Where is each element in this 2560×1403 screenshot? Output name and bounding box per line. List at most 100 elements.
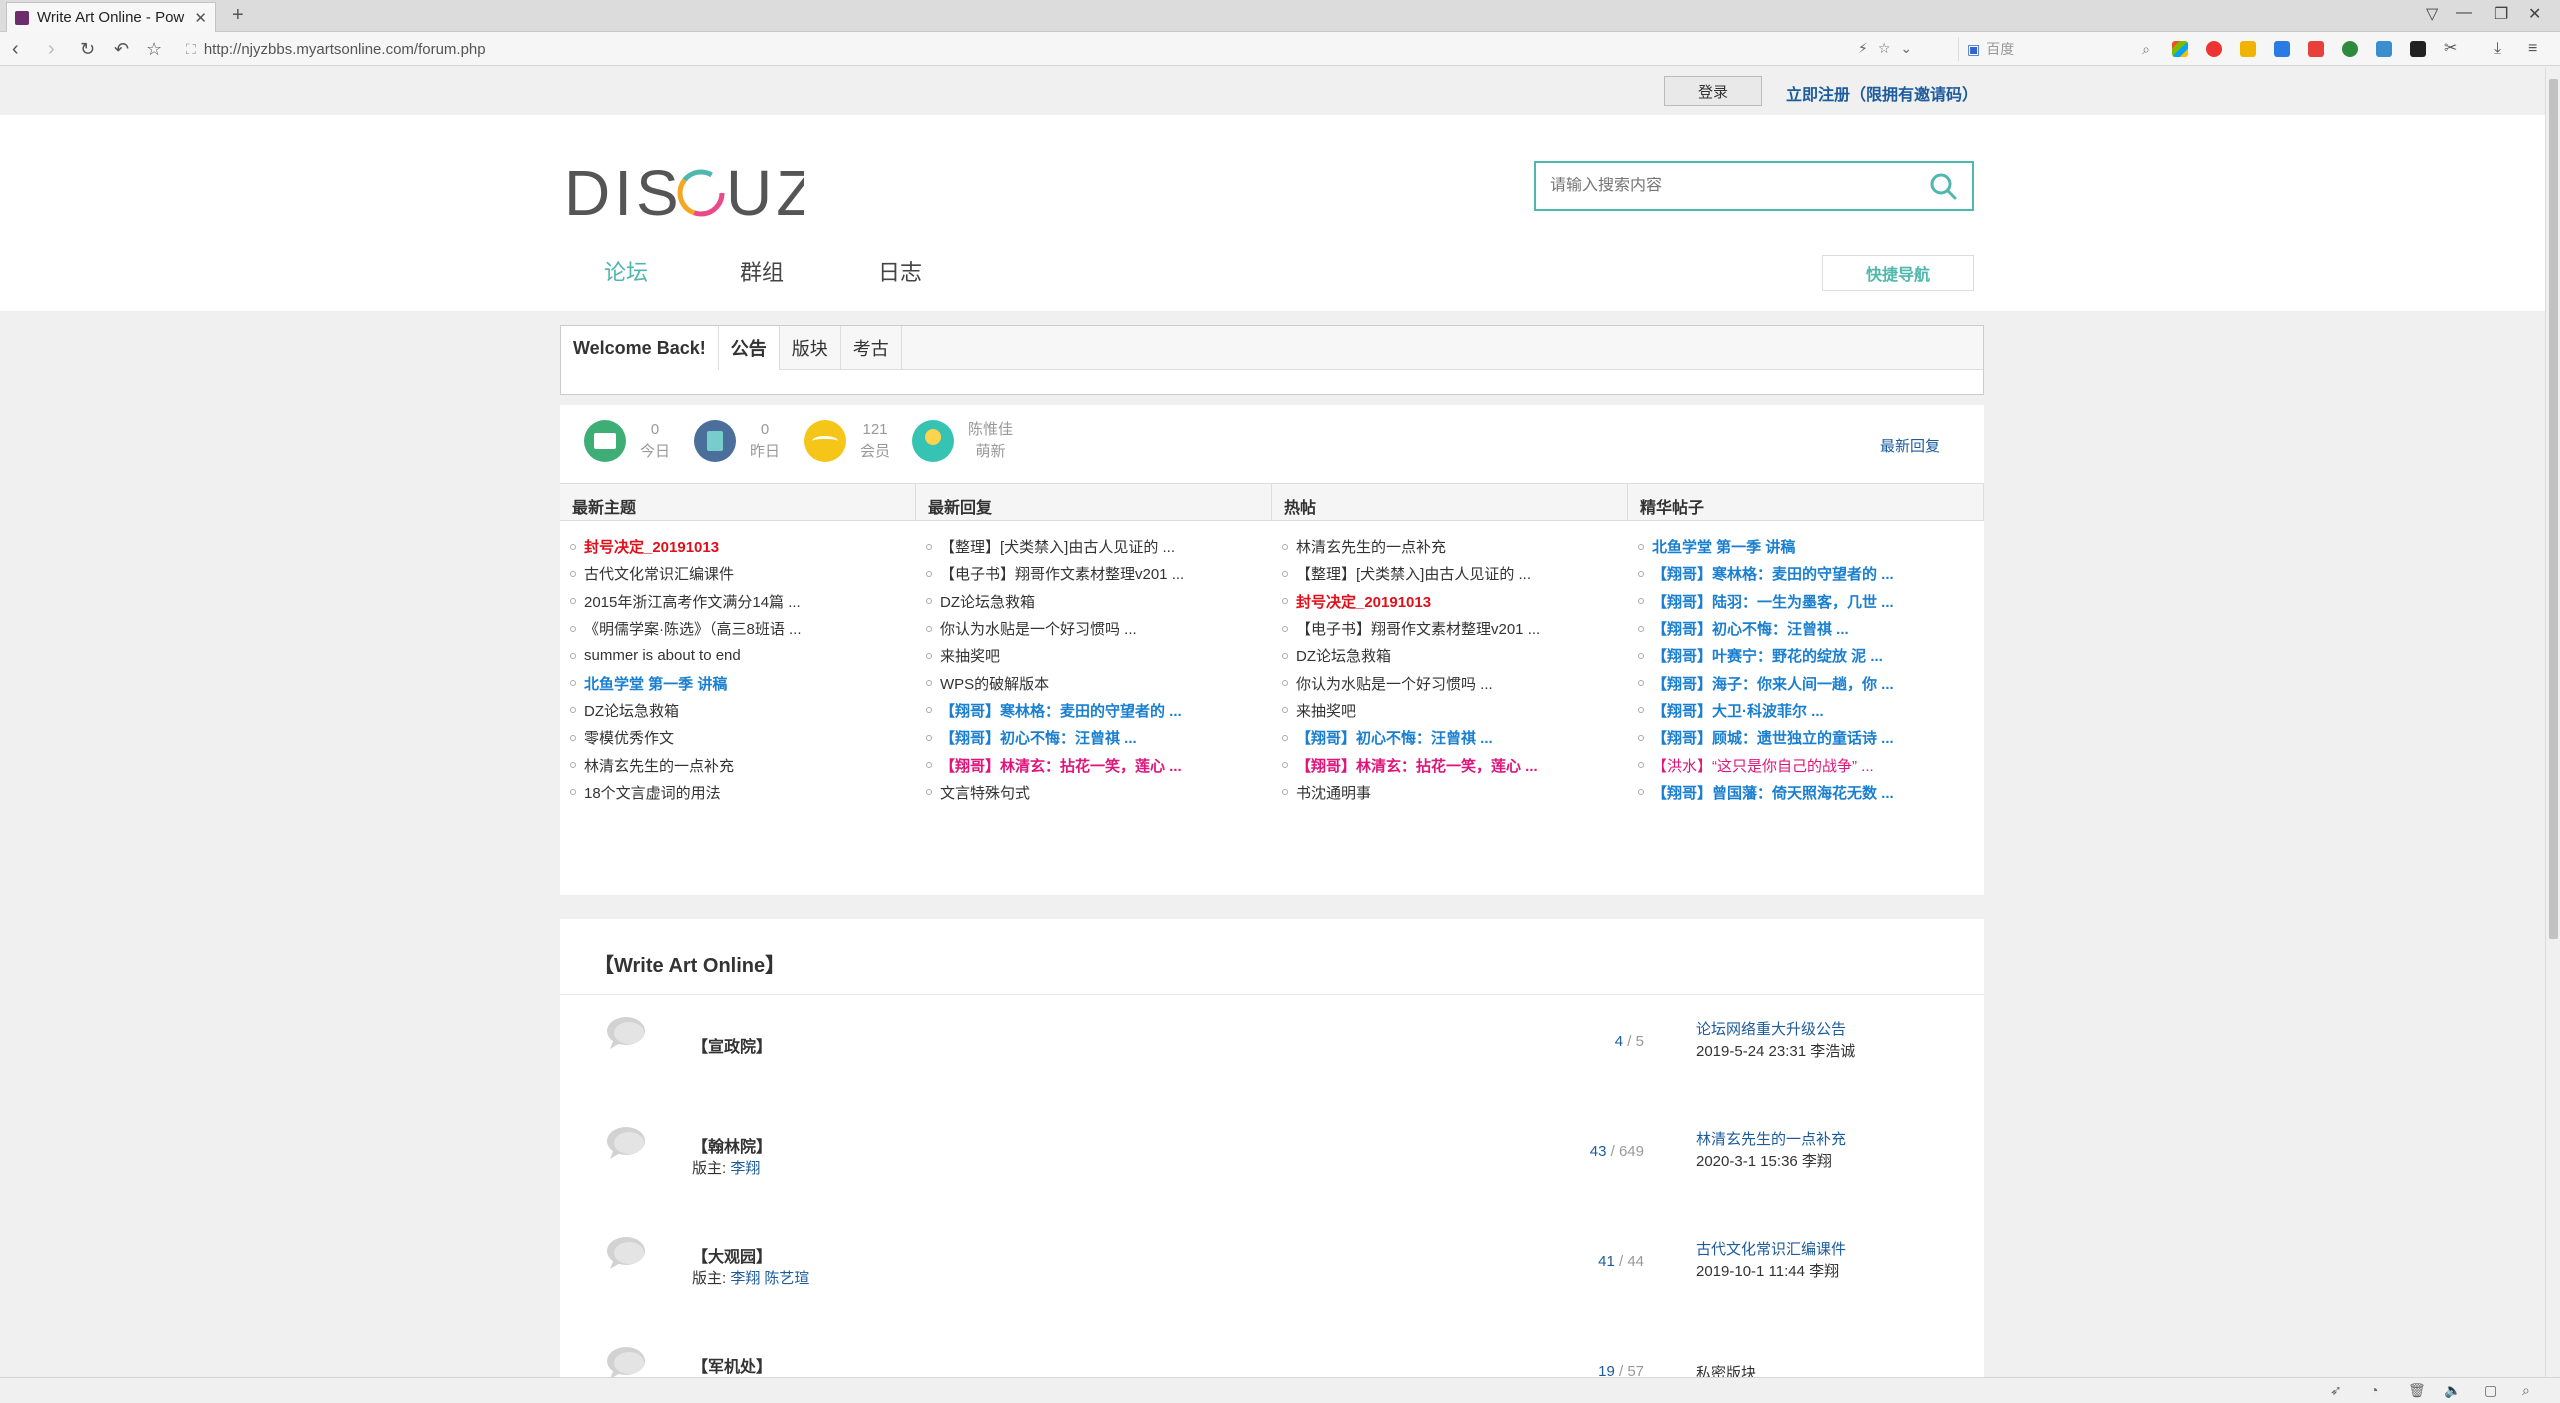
- thread-link[interactable]: 【翔哥】寒林格：麦田的守望者的 ...: [926, 697, 1272, 724]
- thread-link[interactable]: 【翔哥】初心不悔：汪曾祺 ...: [1638, 615, 1984, 642]
- thread-link[interactable]: 【翔哥】初心不悔：汪曾祺 ...: [926, 724, 1272, 751]
- trash-icon[interactable]: 🗑: [2408, 1382, 2426, 1399]
- last-post-link[interactable]: 古代文化常识汇编课件: [1696, 1239, 1846, 1261]
- thread-link[interactable]: 封号决定_20191013: [1282, 588, 1628, 615]
- thread-link[interactable]: 【电子书】翔哥作文素材整理v201 ...: [1282, 615, 1628, 642]
- latest-reply-link[interactable]: 最新回复: [1880, 435, 1940, 456]
- download-icon[interactable]: ⤓: [2494, 38, 2501, 60]
- speed-icon[interactable]: ◔: [2370, 1382, 2378, 1398]
- thread-link[interactable]: 【翔哥】顾城：遗世独立的童话诗 ...: [1638, 724, 1984, 751]
- thread-link[interactable]: 【翔哥】大卫·科波菲尔 ...: [1638, 697, 1984, 724]
- thread-link[interactable]: WPS的破解版本: [926, 669, 1272, 696]
- extension-star-icon[interactable]: [2274, 41, 2290, 57]
- thread-link[interactable]: 【整理】[犬类禁入]由古人见证的 ...: [1282, 560, 1628, 587]
- search-icon[interactable]: ⌕: [2142, 41, 2150, 58]
- thread-link[interactable]: summer is about to end: [570, 642, 916, 669]
- minimize-icon[interactable]: —: [2456, 4, 2472, 22]
- forward-icon[interactable]: ›: [48, 38, 55, 60]
- site-search-input[interactable]: [1550, 177, 1928, 195]
- screenshot-icon[interactable]: ✂: [2444, 38, 2457, 60]
- window-icon[interactable]: ▢: [2484, 1382, 2497, 1399]
- reload-icon[interactable]: ↻: [80, 38, 95, 60]
- site-search-box[interactable]: [1534, 161, 1974, 211]
- thread-link[interactable]: 【翔哥】林清玄：拈花一笑，莲心 ...: [926, 751, 1272, 778]
- nav-blog[interactable]: 日志: [878, 255, 922, 287]
- address-actions-icon[interactable]: ⚡☆⌄: [1858, 40, 1922, 57]
- rocket-icon[interactable]: ➶: [2330, 1382, 2342, 1399]
- bookmark-star-icon[interactable]: ☆: [146, 38, 162, 60]
- back-icon[interactable]: ‹: [12, 38, 19, 60]
- moderator-link[interactable]: 李翔: [730, 1160, 760, 1177]
- board-name[interactable]: 【军机处】: [692, 1353, 772, 1377]
- thread-link[interactable]: 北鱼学堂 第一季 讲稿: [570, 669, 916, 696]
- thread-link[interactable]: 2015年浙江高考作文满分14篇 ...: [570, 588, 916, 615]
- pin-icon[interactable]: ▽: [2426, 4, 2438, 24]
- thread-link[interactable]: 封号决定_20191013: [570, 533, 916, 560]
- last-post-link[interactable]: 林清玄先生的一点补充: [1696, 1129, 1846, 1151]
- thread-link[interactable]: DZ论坛急救箱: [570, 697, 916, 724]
- thread-link[interactable]: 来抽奖吧: [926, 642, 1272, 669]
- address-bar[interactable]: ⛶ http://njyzbbs.myartsonline.com/forum.…: [186, 36, 1946, 62]
- tab-boards[interactable]: 版块: [780, 326, 841, 370]
- nav-groups[interactable]: 群组: [740, 255, 784, 287]
- extension-shield-icon[interactable]: [2376, 41, 2392, 57]
- thread-link[interactable]: 【翔哥】海子：你来人间一趟，你 ...: [1638, 669, 1984, 696]
- thread-link[interactable]: 【洪水】“这只是你自己的战争” ...: [1638, 751, 1984, 778]
- board-name[interactable]: 【大观园】: [692, 1243, 772, 1267]
- quick-nav-button[interactable]: 快捷导航: [1822, 255, 1974, 291]
- thread-link[interactable]: 【翔哥】林清玄：拈花一笑，莲心 ...: [1282, 751, 1628, 778]
- close-tab-icon[interactable]: ✕: [194, 9, 207, 27]
- thread-link[interactable]: 林清玄先生的一点补充: [570, 751, 916, 778]
- thread-link[interactable]: 【翔哥】陆羽：一生为墨客，几世 ...: [1638, 588, 1984, 615]
- page-scrollbar[interactable]: [2545, 67, 2560, 1377]
- board-name[interactable]: 【宣政院】: [692, 1033, 772, 1057]
- thread-link[interactable]: 【翔哥】初心不悔：汪曾祺 ...: [1282, 724, 1628, 751]
- register-link[interactable]: 立即注册（限拥有邀请码）: [1786, 81, 1978, 105]
- tab-announcement[interactable]: 公告: [718, 326, 780, 370]
- thread-link[interactable]: 【翔哥】寒林格：麦田的守望者的 ...: [1638, 560, 1984, 587]
- tab-archive[interactable]: 考古: [841, 326, 902, 370]
- close-window-icon[interactable]: ✕: [2528, 4, 2541, 24]
- nav-forum[interactable]: 论坛: [604, 255, 648, 287]
- thread-link[interactable]: 你认为水贴是一个好习惯吗 ...: [1282, 669, 1628, 696]
- thread-link[interactable]: 古代文化常识汇编课件: [570, 560, 916, 587]
- search-icon[interactable]: [1928, 171, 1958, 201]
- extension-dark-icon[interactable]: [2410, 41, 2426, 57]
- thread-link[interactable]: 你认为水贴是一个好习惯吗 ...: [926, 615, 1272, 642]
- volume-icon[interactable]: 🔈: [2444, 1382, 2461, 1399]
- moderator-link[interactable]: 李翔: [730, 1270, 760, 1287]
- thread-link[interactable]: DZ论坛急救箱: [1282, 642, 1628, 669]
- tab-welcome[interactable]: Welcome Back!: [561, 326, 719, 370]
- discuz-logo[interactable]: DIS UZ: [564, 157, 804, 227]
- zoom-icon[interactable]: ⌕: [2522, 1382, 2530, 1399]
- last-post-link[interactable]: 论坛网络重大升级公告: [1696, 1019, 1855, 1041]
- restore-icon[interactable]: ❐: [2494, 4, 2508, 24]
- extension-key-icon[interactable]: [2240, 41, 2256, 57]
- thread-link[interactable]: 林清玄先生的一点补充: [1282, 533, 1628, 560]
- thread-link[interactable]: DZ论坛急救箱: [926, 588, 1272, 615]
- new-tab-icon[interactable]: +: [232, 4, 244, 27]
- thread-link[interactable]: 来抽奖吧: [1282, 697, 1628, 724]
- extension-notes-icon[interactable]: [2308, 41, 2324, 57]
- board-name[interactable]: 【翰林院】: [692, 1133, 772, 1157]
- undo-icon[interactable]: ↶: [114, 38, 129, 60]
- thread-link[interactable]: 18个文言虚词的用法: [570, 779, 916, 806]
- moderator-link[interactable]: 陈艺瑄: [764, 1270, 809, 1287]
- extension-windows-icon[interactable]: [2172, 41, 2188, 57]
- login-button[interactable]: 登录: [1664, 76, 1762, 106]
- menu-icon[interactable]: ≡: [2528, 38, 2537, 60]
- browser-tab[interactable]: Write Art Online - Pow ✕: [6, 2, 216, 32]
- extension-globe-icon[interactable]: [2342, 41, 2358, 57]
- browser-search-box[interactable]: ▣ 百度 ⌕: [1958, 37, 2156, 61]
- extension-adblock-icon[interactable]: [2206, 41, 2222, 57]
- thread-link[interactable]: 文言特殊句式: [926, 779, 1272, 806]
- thread-link[interactable]: 【翔哥】曾国藩：倚天照海花无数 ...: [1638, 779, 1984, 806]
- stat-newest-member-value[interactable]: 陈惟佳: [968, 419, 1013, 441]
- thread-link[interactable]: 【翔哥】叶赛宁：野花的绽放 泥 ...: [1638, 642, 1984, 669]
- thread-link[interactable]: 【整理】[犬类禁入]由古人见证的 ...: [926, 533, 1272, 560]
- thread-link[interactable]: 【电子书】翔哥作文素材整理v201 ...: [926, 560, 1272, 587]
- thread-link[interactable]: 北鱼学堂 第一季 讲稿: [1638, 533, 1984, 560]
- scrollbar-thumb[interactable]: [2549, 79, 2558, 939]
- thread-link[interactable]: 《明儒学案·陈选》（高三8班语 ...: [570, 615, 916, 642]
- thread-link[interactable]: 零模优秀作文: [570, 724, 916, 751]
